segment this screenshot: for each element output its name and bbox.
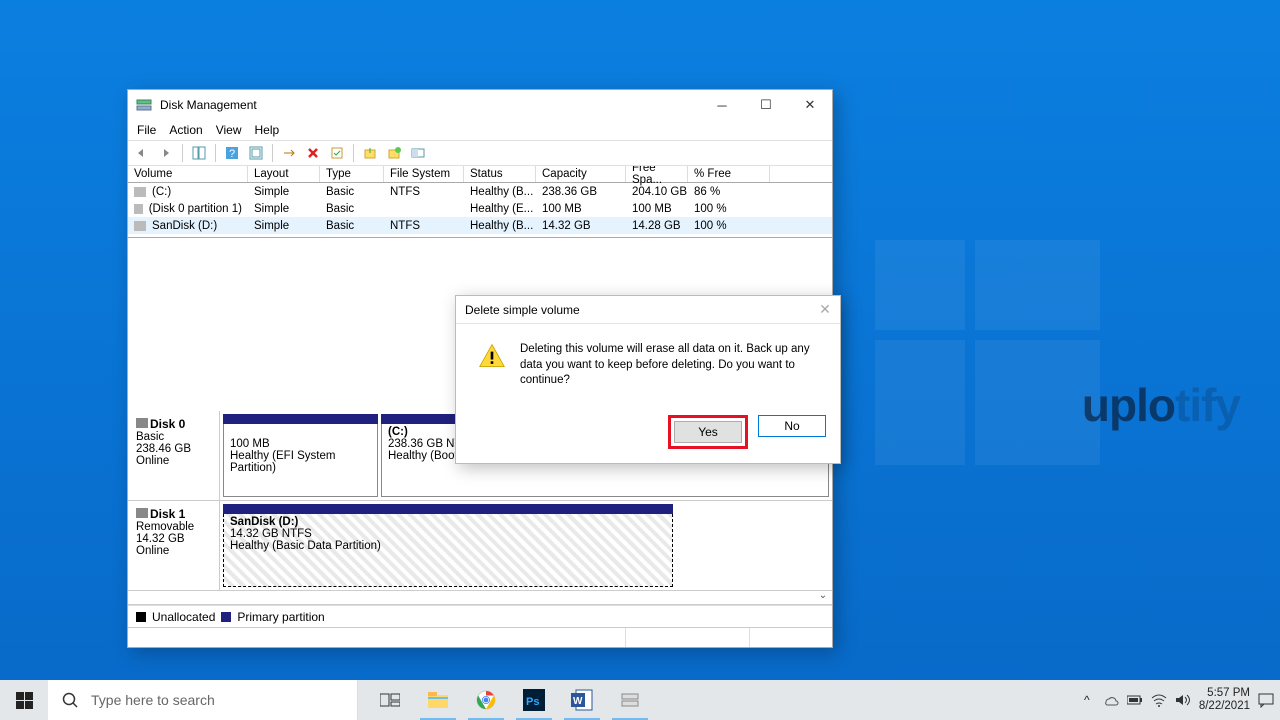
vol-name: (Disk 0 partition 1) [149, 203, 242, 215]
minimize-button[interactable]: ─ [700, 90, 744, 120]
menu-file[interactable]: File [137, 123, 156, 137]
start-button[interactable] [0, 680, 48, 720]
col-volume[interactable]: Volume [128, 166, 248, 182]
watermark: uplotify [1082, 378, 1240, 432]
disk1-row: Disk 1 Removable 14.32 GB Online SanDisk… [128, 501, 832, 591]
col-capacity[interactable]: Capacity [536, 166, 626, 182]
titlebar[interactable]: Disk Management ─ ☐ ✕ [128, 90, 832, 120]
diskmgmt-app[interactable] [606, 680, 654, 720]
grid-row[interactable]: SanDisk (D:) Simple Basic NTFS Healthy (… [128, 217, 832, 234]
action1-button[interactable] [360, 143, 380, 163]
menu-action[interactable]: Action [169, 123, 202, 137]
col-type[interactable]: Type [320, 166, 384, 182]
legend-unallocated-swatch [136, 612, 146, 622]
disk0-partition1[interactable]: 100 MB Healthy (EFI System Partition) [223, 414, 378, 497]
toolbar: ? [128, 140, 832, 166]
statusbar [128, 627, 832, 647]
col-status[interactable]: Status [464, 166, 536, 182]
search-box[interactable]: Type here to search [48, 680, 358, 720]
volume-icon [134, 187, 146, 197]
menu-help[interactable]: Help [255, 123, 280, 137]
window-title: Disk Management [160, 98, 700, 112]
windows-logo-bg [875, 240, 1100, 465]
forward-button[interactable] [156, 143, 176, 163]
dialog-close-button[interactable]: ✕ [810, 301, 840, 318]
maximize-button[interactable]: ☐ [744, 90, 788, 120]
dialog-message: Deleting this volume will erase all data… [520, 342, 822, 389]
menu-view[interactable]: View [216, 123, 242, 137]
dialog-titlebar[interactable]: Delete simple volume ✕ [456, 296, 840, 324]
tray-volume-icon[interactable] [1175, 692, 1191, 708]
delete-button[interactable] [303, 143, 323, 163]
legend-primary-swatch [221, 612, 231, 622]
svg-text:?: ? [229, 148, 235, 160]
desktop: uplotify Disk Management ─ ☐ ✕ File Acti… [0, 0, 1280, 720]
tray-wifi-icon[interactable] [1151, 692, 1167, 708]
task-view-button[interactable] [366, 680, 414, 720]
legend-unallocated: Unallocated [152, 610, 215, 624]
close-button[interactable]: ✕ [788, 90, 832, 120]
col-pctfree[interactable]: % Free [688, 166, 770, 182]
disk-icon [136, 508, 148, 518]
word-app[interactable]: W [558, 680, 606, 720]
grid-row[interactable]: (C:) Simple Basic NTFS Healthy (B... 238… [128, 183, 832, 200]
volume-icon [134, 221, 146, 231]
delete-volume-dialog: Delete simple volume ✕ Deleting this vol… [455, 295, 841, 464]
tray-notifications-icon[interactable] [1258, 692, 1274, 708]
tray-chevron-icon[interactable]: ^ [1079, 692, 1095, 708]
taskbar: Type here to search Ps W ^ 5:57 PM 8/22/… [0, 680, 1280, 720]
chrome-app[interactable] [462, 680, 510, 720]
dialog-title: Delete simple volume [465, 303, 810, 317]
volume-grid: Volume Layout Type File System Status Ca… [128, 166, 832, 238]
show-hide-button[interactable] [189, 143, 209, 163]
disk-icon [136, 418, 148, 428]
col-filesystem[interactable]: File System [384, 166, 464, 182]
disk1-label[interactable]: Disk 1 Removable 14.32 GB Online [128, 501, 220, 590]
menubar: File Action View Help [128, 120, 832, 140]
grid-header: Volume Layout Type File System Status Ca… [128, 166, 832, 183]
disk1-partition1[interactable]: SanDisk (D:) 14.32 GB NTFS Healthy (Basi… [223, 504, 673, 587]
no-button[interactable]: No [758, 415, 826, 437]
legend-primary: Primary partition [237, 610, 324, 624]
col-layout[interactable]: Layout [248, 166, 320, 182]
back-button[interactable] [132, 143, 152, 163]
properties-button[interactable] [327, 143, 347, 163]
svg-text:Ps: Ps [526, 696, 539, 708]
system-tray: ^ 5:57 PM 8/22/2021 [1079, 680, 1280, 720]
grid-row[interactable]: (Disk 0 partition 1) Simple Basic Health… [128, 200, 832, 217]
legend: Unallocated Primary partition [128, 605, 832, 627]
tray-battery-icon[interactable] [1127, 692, 1143, 708]
app-icon [136, 97, 152, 113]
action2-button[interactable] [384, 143, 404, 163]
disk0-label[interactable]: Disk 0 Basic 238.46 GB Online [128, 411, 220, 500]
vol-name: (C:) [152, 186, 171, 198]
vol-name: SanDisk (D:) [152, 220, 217, 232]
photoshop-app[interactable]: Ps [510, 680, 558, 720]
action3-button[interactable] [408, 143, 428, 163]
col-freespace[interactable]: Free Spa... [626, 166, 688, 182]
tray-clock[interactable]: 5:57 PM 8/22/2021 [1199, 687, 1250, 713]
yes-highlight: Yes [668, 415, 748, 449]
explorer-app[interactable] [414, 680, 462, 720]
yes-button[interactable]: Yes [674, 421, 742, 443]
settings-button[interactable] [279, 143, 299, 163]
svg-text:W: W [573, 696, 583, 707]
scroll-down[interactable]: ⌄ [816, 588, 830, 602]
volume-icon [134, 204, 143, 214]
search-icon [62, 692, 79, 709]
help-button[interactable]: ? [222, 143, 242, 163]
search-placeholder: Type here to search [91, 692, 215, 708]
tray-onedrive-icon[interactable] [1103, 692, 1119, 708]
refresh-button[interactable] [246, 143, 266, 163]
warning-icon [478, 342, 506, 370]
